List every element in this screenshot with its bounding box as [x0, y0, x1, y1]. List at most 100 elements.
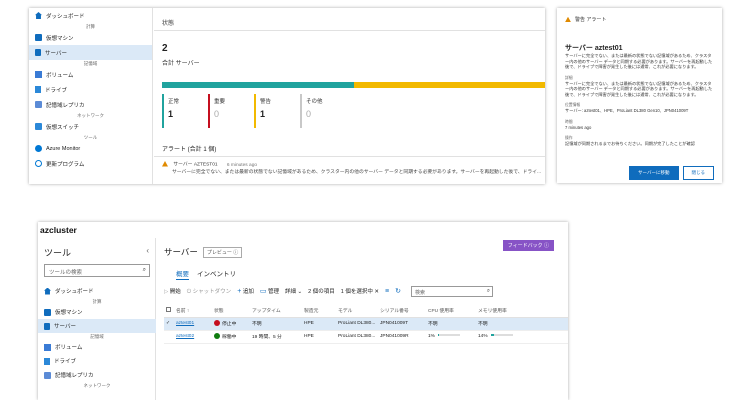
- alert-row[interactable]: サーバー AZTEST01 6 minutes ago サーバーに完全でない、ま…: [162, 161, 542, 176]
- sidebar: ダッシュボード 計算 仮想マシン サーバー 記憶域 ボリューム ドライブ 記憶域レプリカ ネット…: [29, 8, 153, 184]
- sidebar-item[interactable]: 仮想スイッチ: [29, 119, 152, 134]
- sidebar-item[interactable]: ドライブ: [29, 82, 152, 97]
- sidebar-item[interactable]: サーバー: [29, 45, 152, 60]
- memory-usage-bar: [490, 334, 513, 336]
- status-card[interactable]: 正常 1: [162, 94, 202, 128]
- status-card-value: 0: [214, 109, 220, 119]
- home-icon: [44, 287, 51, 295]
- model-cell: ProLiant DL380...: [336, 330, 378, 344]
- model-cell: ProLiant DL380...: [336, 317, 378, 331]
- nav-section-label: 計算: [86, 24, 95, 29]
- stopped-status-icon: [214, 320, 220, 326]
- status-main: 状態 2 合計 サーバー 正常 1 重要 0 警告 1 その他 0 アラート (合計 1 個)…: [154, 8, 545, 184]
- column-header[interactable]: 製造元: [302, 304, 336, 318]
- table-row[interactable]: ✓ aztest01 停止中 不明 HPE ProLiant DL380... JPN041…: [164, 317, 568, 331]
- select-all-checkbox[interactable]: [164, 304, 174, 318]
- total-label: 合計 サーバー: [162, 61, 200, 67]
- sidebar-item[interactable]: 更新プログラム: [29, 156, 152, 171]
- row-checkbox[interactable]: ✓: [164, 317, 174, 331]
- total-count: 2: [162, 43, 168, 54]
- status-card-label: 正常: [168, 99, 180, 105]
- columns-icon[interactable]: ≡: [385, 288, 389, 295]
- server-name-link[interactable]: aztest02: [176, 334, 194, 339]
- status-card[interactable]: 警告 1: [254, 94, 294, 128]
- sidebar-item-label: 記憶域レプリカ: [55, 373, 94, 379]
- status-card[interactable]: 重要 0: [208, 94, 248, 128]
- sidebar-item[interactable]: 仮想マシン: [38, 305, 156, 319]
- sidebar-item[interactable]: ダッシュボード: [29, 8, 152, 23]
- selected-count: 1 個を選択中 ✕: [340, 289, 379, 295]
- close-button[interactable]: 閉じる: [682, 166, 714, 180]
- divider: [154, 30, 545, 31]
- tab[interactable]: 概要: [176, 268, 189, 280]
- status-card-label: その他: [306, 99, 323, 105]
- collapse-chevron-icon[interactable]: ‹: [146, 246, 149, 255]
- row-checkbox[interactable]: [164, 330, 174, 344]
- server-status: 停止中: [212, 317, 250, 331]
- column-header[interactable]: 名前 ↑: [174, 304, 212, 318]
- column-header[interactable]: モデル: [336, 304, 378, 318]
- sidebar-item[interactable]: ダッシュボード: [38, 284, 156, 298]
- alert-pane-title: 警告 アラート: [565, 16, 714, 23]
- column-header[interactable]: シリアル番号: [378, 304, 426, 318]
- page-title-text: サーバー: [164, 247, 198, 257]
- monitor-icon: [35, 145, 42, 152]
- nav-section-label: ツール: [83, 135, 98, 140]
- cluster-name: azcluster: [40, 225, 77, 235]
- search-icon: ⌕: [486, 287, 490, 294]
- clear-selection-icon[interactable]: ✕: [374, 289, 379, 295]
- manufacturer-cell: HPE: [302, 317, 336, 331]
- refresh-icon[interactable]: ↻: [395, 287, 401, 295]
- feedback-button[interactable]: フィードバック ⓘ: [502, 240, 554, 251]
- status-card[interactable]: その他 0: [300, 94, 340, 128]
- server-status: 稼働中: [212, 330, 250, 344]
- warning-icon: [162, 161, 168, 167]
- health-bar-warning: [353, 82, 545, 88]
- sidebar-item[interactable]: ボリューム: [38, 340, 156, 354]
- sidebar-item[interactable]: 仮想マシン: [29, 30, 152, 45]
- servers-table: 名前 ↑ 状態 アップタイム 製造元 モデル シリアル番号 CPU 使用率 メモリ使用率 ✓ a…: [164, 304, 568, 344]
- memory-cell: 不明: [476, 317, 568, 331]
- server-icon: [35, 49, 41, 56]
- app-bar: azcluster: [38, 222, 568, 238]
- start-button[interactable]: ▷ 開始: [164, 287, 181, 295]
- search-icon: ⌕: [142, 267, 146, 273]
- tools-search-input[interactable]: ツールの検索 ⌕: [44, 264, 150, 277]
- sidebar-item[interactable]: サーバー: [38, 319, 156, 333]
- alert-buttons: サーバーに移動 閉じる: [629, 166, 714, 180]
- home-icon: [35, 12, 42, 19]
- more-button[interactable]: 詳細 ⌄: [285, 287, 302, 295]
- sidebar-item[interactable]: 記憶域レプリカ: [38, 368, 156, 382]
- status-header: 状態: [162, 21, 175, 27]
- alert-detail-pane: 警告 アラート サーバー aztest01 サーバーに完全でない、または最新の状…: [557, 8, 722, 183]
- chevron-down-icon: ⌄: [297, 289, 303, 295]
- sidebar-item-label: 記憶域レプリカ: [46, 102, 85, 109]
- go-to-server-button[interactable]: サーバーに移動: [629, 166, 679, 180]
- checkbox[interactable]: [166, 306, 171, 312]
- sidebar-item-label: 仮想マシン: [46, 35, 74, 42]
- tools-sidebar: ツール ‹ ツールの検索 ⌕ ダッシュボード 計算 仮想マシン サーバー 記憶域 ボリュー…: [38, 238, 156, 400]
- sidebar-item-label: ドライブ: [45, 87, 68, 94]
- play-icon: ▷: [164, 289, 169, 295]
- tools-search-placeholder: ツールの検索: [49, 270, 83, 276]
- server-name-link[interactable]: aztest01: [176, 321, 194, 326]
- sidebar-item[interactable]: 記憶域レプリカ: [29, 97, 152, 112]
- tools-list: ダッシュボード 計算 仮想マシン サーバー 記憶域 ボリューム ドライブ 記憶域レプリカ ネット…: [38, 284, 156, 389]
- column-header[interactable]: アップタイム: [250, 304, 302, 318]
- add-button[interactable]: + 追加: [237, 287, 254, 295]
- column-header[interactable]: CPU 使用率: [426, 304, 476, 318]
- manage-button[interactable]: ▭ 管理: [260, 287, 279, 295]
- sidebar-item[interactable]: ボリューム: [29, 67, 152, 82]
- switch-icon: [35, 123, 42, 130]
- shutdown-button[interactable]: ⏻ シャットダウン: [187, 287, 231, 296]
- sidebar-item[interactable]: Azure Monitor: [29, 141, 152, 156]
- table-row[interactable]: aztest02 稼働中 19 時間、5 分 HPE ProLiant DL380...…: [164, 330, 568, 344]
- sidebar-item[interactable]: ドライブ: [38, 354, 156, 368]
- serial-cell: JPN041009T: [378, 317, 426, 331]
- column-header[interactable]: 状態: [212, 304, 250, 318]
- warning-icon: [565, 16, 571, 23]
- column-header[interactable]: メモリ使用率: [476, 304, 568, 318]
- tab[interactable]: インベントリ: [197, 268, 236, 280]
- alerts-header: アラート (合計 1 個): [162, 147, 217, 153]
- table-search-input[interactable]: 検索 ⌕: [410, 285, 493, 297]
